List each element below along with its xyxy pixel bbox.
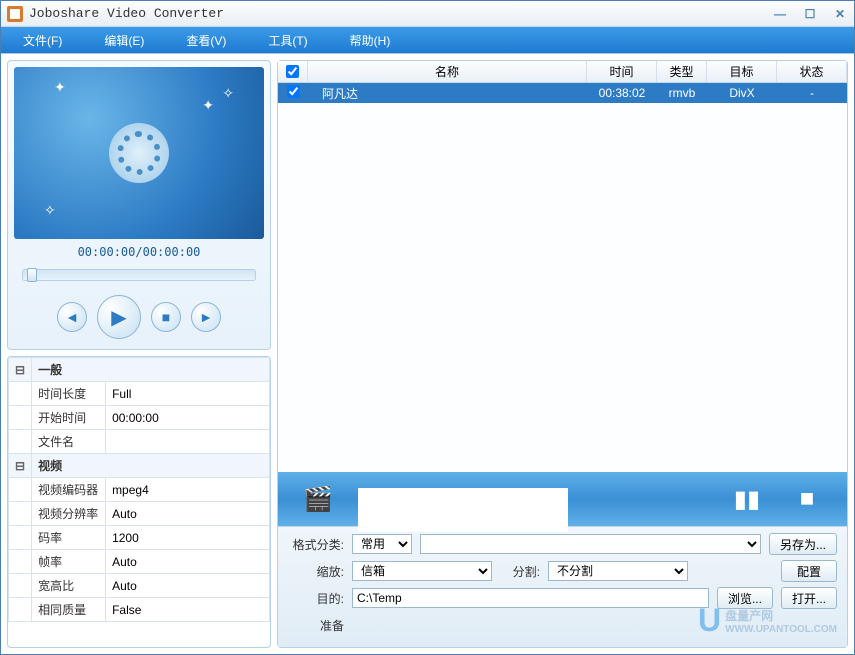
collapse-general[interactable]: ⊟ <box>9 358 32 382</box>
header-target[interactable]: 目标 <box>707 61 777 82</box>
play-button[interactable]: ▶ <box>97 295 141 339</box>
properties-panel: ⊟一般 时间长度Full 开始时间00:00:00 文件名 ⊟视频 视频编码器m… <box>7 356 271 648</box>
file-status: - <box>777 84 847 102</box>
prop-codec-value[interactable]: mpeg4 <box>106 478 270 502</box>
file-table-header: 名称 时间 类型 目标 状态 <box>278 61 847 83</box>
window-title: Joboshare Video Converter <box>29 6 772 21</box>
prop-extra-value[interactable]: False <box>106 598 270 622</box>
menu-edit[interactable]: 编辑(E) <box>84 28 164 53</box>
time-display: 00:00:00/00:00:00 <box>14 239 264 265</box>
prop-duration-value[interactable]: Full <box>106 382 270 406</box>
file-list: 阿凡达 00:38:02 rmvb DivX - <box>278 83 847 472</box>
menu-tools[interactable]: 工具(T) <box>248 28 327 53</box>
section-video: 视频 <box>32 454 270 478</box>
prop-res-label: 视频分辨率 <box>32 502 106 526</box>
header-time[interactable]: 时间 <box>587 61 657 82</box>
split-label: 分割: <box>500 563 540 580</box>
open-button[interactable]: 打开... <box>781 587 837 609</box>
prop-start-label: 开始时间 <box>32 406 106 430</box>
close-button[interactable]: ✕ <box>832 7 848 21</box>
pause-button[interactable]: ▮▮ <box>727 481 767 517</box>
add-file-button[interactable]: 🎬 <box>298 481 338 517</box>
zoom-label: 缩放: <box>288 563 344 580</box>
section-general: 一般 <box>32 358 270 382</box>
menu-file[interactable]: 文件(F) <box>3 28 82 53</box>
menu-help[interactable]: 帮助(H) <box>330 28 411 53</box>
prop-aspect-label: 宽高比 <box>32 574 106 598</box>
maximize-button[interactable]: ☐ <box>802 7 818 21</box>
file-row-checkbox[interactable] <box>287 85 300 98</box>
format-category-select[interactable]: 常用 <box>352 534 412 554</box>
prop-filename-value[interactable] <box>106 430 270 454</box>
prop-fps-value[interactable]: Auto <box>106 550 270 574</box>
seek-thumb[interactable] <box>27 268 37 282</box>
app-icon <box>7 6 23 22</box>
prop-aspect-value[interactable]: Auto <box>106 574 270 598</box>
header-status[interactable]: 状态 <box>777 61 847 82</box>
file-time: 00:38:02 <box>587 84 657 102</box>
select-all-checkbox[interactable] <box>286 65 299 78</box>
dest-input[interactable] <box>352 588 709 608</box>
zoom-select[interactable]: 信箱 <box>352 561 492 581</box>
prop-fps-label: 帧率 <box>32 550 106 574</box>
browse-button[interactable]: 浏览... <box>717 587 773 609</box>
preview-video: ✦ ✦ ✧ ✧ <box>14 67 264 239</box>
prev-button[interactable]: ◄ <box>57 302 87 332</box>
prop-bitrate-value[interactable]: 1200 <box>106 526 270 550</box>
overlay-block <box>358 488 568 532</box>
minimize-button[interactable]: — <box>772 7 788 21</box>
action-bar: 🎬 🎞 🎞 ● ▮▮ ■ <box>278 472 847 526</box>
settings-area: 格式分类: 常用 另存为... 缩放: 信箱 分割: 不分割 配置 目的: 浏览… <box>278 526 847 647</box>
prop-res-value[interactable]: Auto <box>106 502 270 526</box>
file-name: 阿凡达 <box>308 83 587 104</box>
stop-convert-button[interactable]: ■ <box>787 481 827 517</box>
menubar: 文件(F) 编辑(E) 查看(V) 工具(T) 帮助(H) <box>1 27 854 53</box>
file-target: DivX <box>707 84 777 102</box>
header-type[interactable]: 类型 <box>657 61 707 82</box>
dest-label: 目的: <box>288 590 344 607</box>
format-select[interactable] <box>420 534 761 554</box>
save-as-button[interactable]: 另存为... <box>769 533 837 555</box>
config-button[interactable]: 配置 <box>781 560 837 582</box>
film-reel-icon <box>109 123 169 183</box>
file-type: rmvb <box>657 84 707 102</box>
prop-extra-label: 相同质量 <box>32 598 106 622</box>
next-button[interactable]: ► <box>191 302 221 332</box>
titlebar: Joboshare Video Converter — ☐ ✕ <box>1 1 854 27</box>
ready-label: 准备 <box>288 617 344 634</box>
preview-panel: ✦ ✦ ✧ ✧ 00:00:00/00:00:00 ◄ ▶ ■ ► <box>7 60 271 350</box>
prop-filename-label: 文件名 <box>32 430 106 454</box>
file-row[interactable]: 阿凡达 00:38:02 rmvb DivX - <box>278 83 847 103</box>
format-label: 格式分类: <box>288 536 344 553</box>
prop-codec-label: 视频编码器 <box>32 478 106 502</box>
collapse-video[interactable]: ⊟ <box>9 454 32 478</box>
header-name[interactable]: 名称 <box>308 61 587 82</box>
seek-bar[interactable] <box>22 269 256 281</box>
prop-start-value[interactable]: 00:00:00 <box>106 406 270 430</box>
prop-duration-label: 时间长度 <box>32 382 106 406</box>
split-select[interactable]: 不分割 <box>548 561 688 581</box>
stop-button[interactable]: ■ <box>151 302 181 332</box>
prop-bitrate-label: 码率 <box>32 526 106 550</box>
menu-view[interactable]: 查看(V) <box>166 28 246 53</box>
